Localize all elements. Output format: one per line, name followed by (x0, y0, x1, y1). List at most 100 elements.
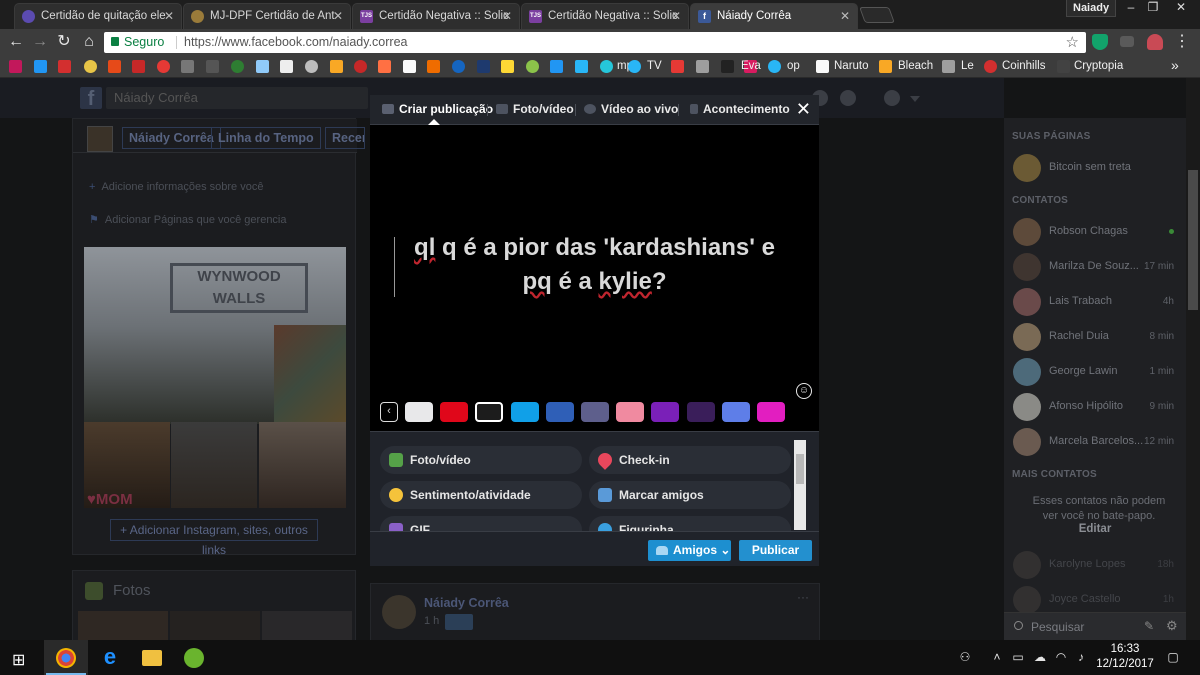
bookmark-tv[interactable]: TV (647, 60, 662, 72)
page-item[interactable]: Bitcoin sem treta (1004, 150, 1186, 184)
back-icon[interactable]: ← (6, 32, 26, 52)
background-swatch[interactable] (475, 402, 503, 422)
audience-selector[interactable] (445, 614, 473, 630)
photos-title[interactable]: Fotos (113, 582, 151, 599)
contact-item[interactable]: Lais Trabach 4h (1004, 284, 1186, 318)
background-swatch[interactable] (546, 402, 574, 422)
bookmark-icon[interactable] (132, 60, 145, 73)
facebook-search-input[interactable]: Náiady Corrêa (106, 87, 368, 109)
option-gif[interactable]: GIF (380, 516, 582, 531)
chevron-down-icon[interactable] (910, 96, 920, 102)
windows-start-icon[interactable]: ⊞ (12, 650, 25, 670)
heart-extension-icon[interactable] (1147, 34, 1163, 50)
facebook-logo-icon[interactable]: f (80, 87, 102, 110)
option-photo-video[interactable]: Foto/vídeo (380, 446, 582, 474)
edit-link[interactable]: Editar (1004, 523, 1186, 535)
close-icon[interactable]: ✕ (796, 99, 811, 119)
bookmark-icon[interactable] (477, 60, 490, 73)
option-tag-friends[interactable]: Marcar amigos (589, 481, 791, 509)
bookmark-icon[interactable] (157, 60, 170, 73)
bookmark-icon[interactable] (526, 60, 539, 73)
close-tab-icon[interactable]: ✕ (502, 4, 512, 28)
close-tab-icon[interactable]: ✕ (164, 4, 174, 28)
window-close-icon[interactable]: ✕ (1170, 0, 1192, 17)
background-swatch[interactable] (440, 402, 468, 422)
post-author[interactable]: Náiady Corrêa (424, 596, 509, 610)
post-text-area[interactable]: ql q é a pior das 'kardashians' e pq é a… (370, 125, 819, 431)
option-sticker[interactable]: Figurinha (589, 516, 791, 531)
bookmark-icon[interactable] (108, 60, 121, 73)
bookmark-icon[interactable] (879, 60, 892, 73)
featured-photo[interactable] (171, 422, 257, 508)
contact-item[interactable]: Robson Chagas (1004, 214, 1186, 248)
background-swatch[interactable] (616, 402, 644, 422)
bookmark-star-icon[interactable]: ☆ (1066, 33, 1079, 51)
contact-item[interactable]: Karolyne Lopes 18h (1004, 547, 1186, 581)
bookmark-icon[interactable] (942, 60, 955, 73)
bookmark-coinhills[interactable]: Coinhills (1002, 60, 1045, 72)
bookmark-icon[interactable] (696, 60, 709, 73)
bookmark-cryptopia[interactable]: Cryptopia (1074, 60, 1123, 72)
browser-tab[interactable]: MJ-DPF Certidão de Ant ✕ (183, 3, 351, 29)
bookmark-icon[interactable] (84, 60, 97, 73)
bookmark-le[interactable]: Le (961, 60, 974, 72)
bookmark-naruto[interactable]: Naruto (834, 60, 869, 72)
bookmark-icon[interactable] (768, 60, 781, 73)
forward-icon[interactable]: → (30, 32, 50, 52)
bookmark-icon[interactable] (354, 60, 367, 73)
bookmark-op[interactable]: op (787, 60, 800, 72)
youtube-bookmark-icon[interactable] (671, 60, 684, 73)
cryptopia-bookmark-icon[interactable] (1057, 60, 1070, 73)
bookmark-icon[interactable] (575, 60, 588, 73)
gear-icon[interactable]: ⚙ (1166, 618, 1178, 634)
browser-tab[interactable]: TJS Certidão Negativa :: Solic ✕ (352, 3, 520, 29)
people-icon[interactable]: ⚇ (958, 650, 972, 664)
background-swatch[interactable] (757, 402, 785, 422)
contact-item[interactable]: Rachel Duia 8 min (1004, 319, 1186, 353)
volume-icon[interactable]: ♪ (1074, 650, 1088, 664)
post-text[interactable]: ql q é a pior das 'kardashians' e pq é a… (370, 231, 819, 299)
minimize-icon[interactable]: – (1120, 0, 1142, 17)
bookmark-icon[interactable] (721, 60, 734, 73)
bookmark-eva[interactable]: Eva (741, 60, 761, 72)
add-pages-link[interactable]: ⚑ Adicionar Páginas que você gerencia (89, 213, 287, 226)
reload-icon[interactable]: ↻ (54, 32, 74, 52)
tab-recent[interactable]: Recente (325, 127, 365, 149)
background-swatch[interactable] (722, 402, 750, 422)
profile-button[interactable]: Naiady (1066, 0, 1117, 17)
video-extension-icon[interactable] (1120, 36, 1134, 47)
contact-item[interactable]: Marcela Barcelos... 12 min (1004, 424, 1186, 458)
publish-button[interactable]: Publicar (739, 540, 812, 561)
post-timestamp[interactable]: 1 h (424, 615, 439, 627)
bookmark-icon[interactable] (550, 60, 563, 73)
bookmark-icon[interactable] (816, 60, 829, 73)
scrollbar-thumb[interactable] (1188, 170, 1198, 310)
tv-bookmark-icon[interactable] (628, 60, 641, 73)
emoji-picker-icon[interactable]: ☺ (796, 383, 812, 399)
bookmark-icon[interactable] (206, 60, 219, 73)
background-swatch[interactable] (651, 402, 679, 422)
tab-live-video[interactable]: Vídeo ao vivo (584, 102, 678, 116)
contact-item[interactable]: Afonso Hipólito 9 min (1004, 389, 1186, 423)
add-links-button[interactable]: + Adicionar Instagram, sites, outros lin… (110, 519, 318, 557)
bookmark-icon[interactable] (231, 60, 244, 73)
featured-photo[interactable]: WYNWOOD WALLS (84, 247, 346, 424)
browser-tab[interactable]: Certidão de quitação ele ✕ (14, 3, 182, 29)
bookmark-icon[interactable] (58, 60, 71, 73)
close-tab-icon[interactable]: ✕ (840, 4, 850, 28)
option-check-in[interactable]: Check-in (589, 446, 791, 474)
tab-create-post[interactable]: Criar publicação (382, 102, 493, 116)
avatar[interactable] (87, 126, 113, 152)
contact-item[interactable]: George Lawin 1 min (1004, 354, 1186, 388)
bookmark-icon[interactable] (452, 60, 465, 73)
explorer-taskbar-app[interactable] (130, 640, 174, 675)
coinhills-bookmark-icon[interactable] (984, 60, 997, 73)
help-icon[interactable] (884, 90, 900, 106)
mp3-bookmark-icon[interactable] (600, 60, 613, 73)
edge-taskbar-app[interactable]: e (88, 640, 132, 675)
home-icon[interactable]: ⌂ (79, 32, 99, 52)
shield-extension-icon[interactable] (1092, 34, 1108, 50)
bookmark-icon[interactable] (427, 60, 440, 73)
puzzle-bookmark-icon[interactable] (403, 60, 416, 73)
chrome-taskbar-app[interactable] (44, 640, 88, 675)
